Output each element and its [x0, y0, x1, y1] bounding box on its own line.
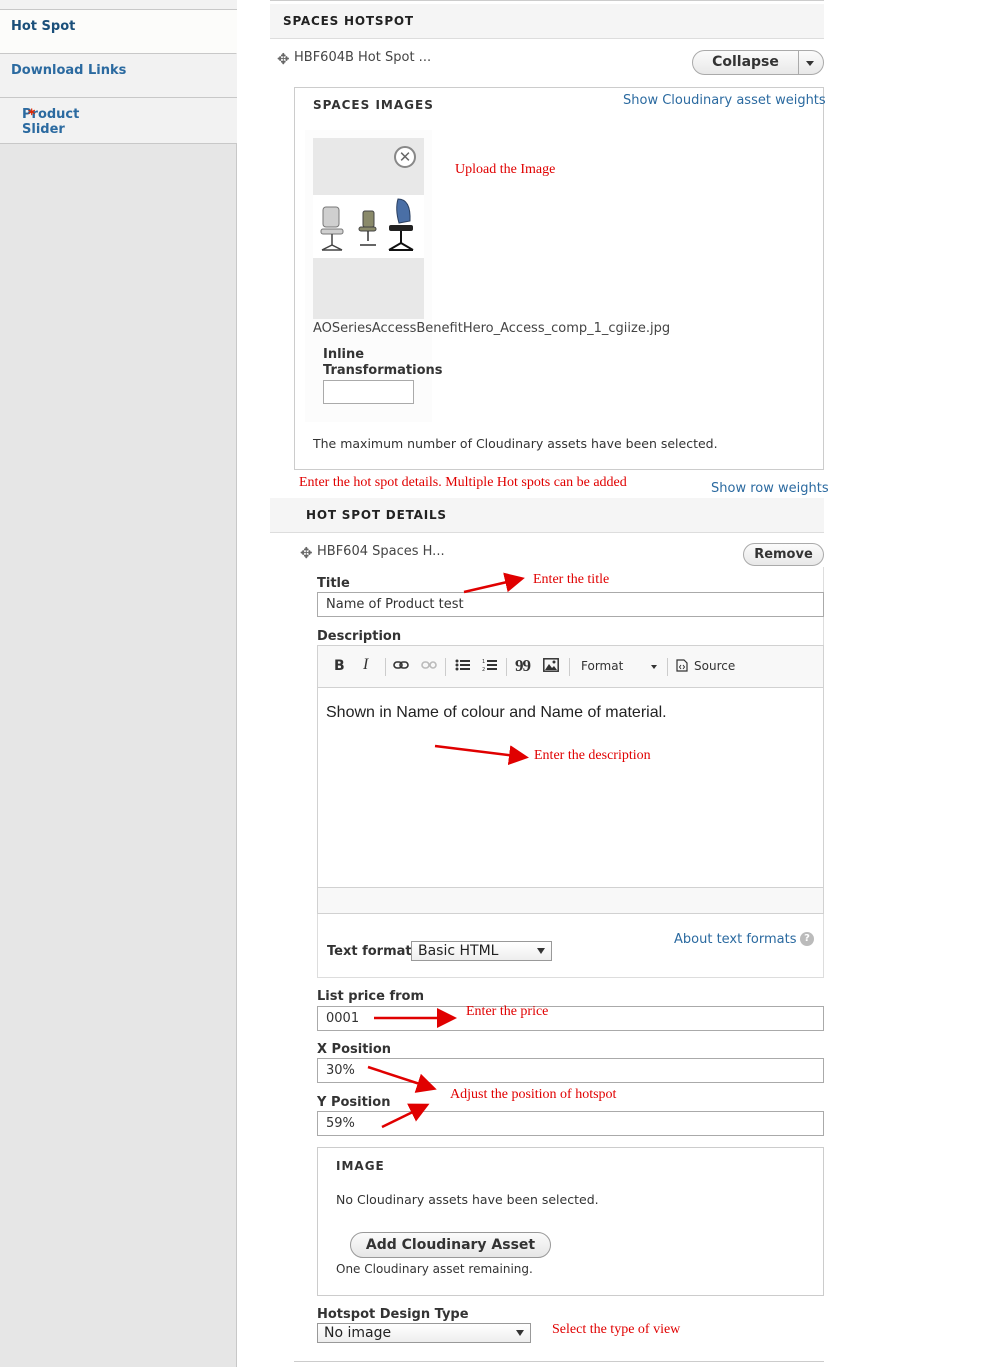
arrow-y-position-icon	[381, 1103, 430, 1129]
annotation-arrows	[367, 572, 529, 1129]
arrow-description-icon	[434, 744, 529, 766]
arrow-x-position-icon	[367, 1065, 437, 1093]
arrow-title-icon	[463, 572, 525, 594]
